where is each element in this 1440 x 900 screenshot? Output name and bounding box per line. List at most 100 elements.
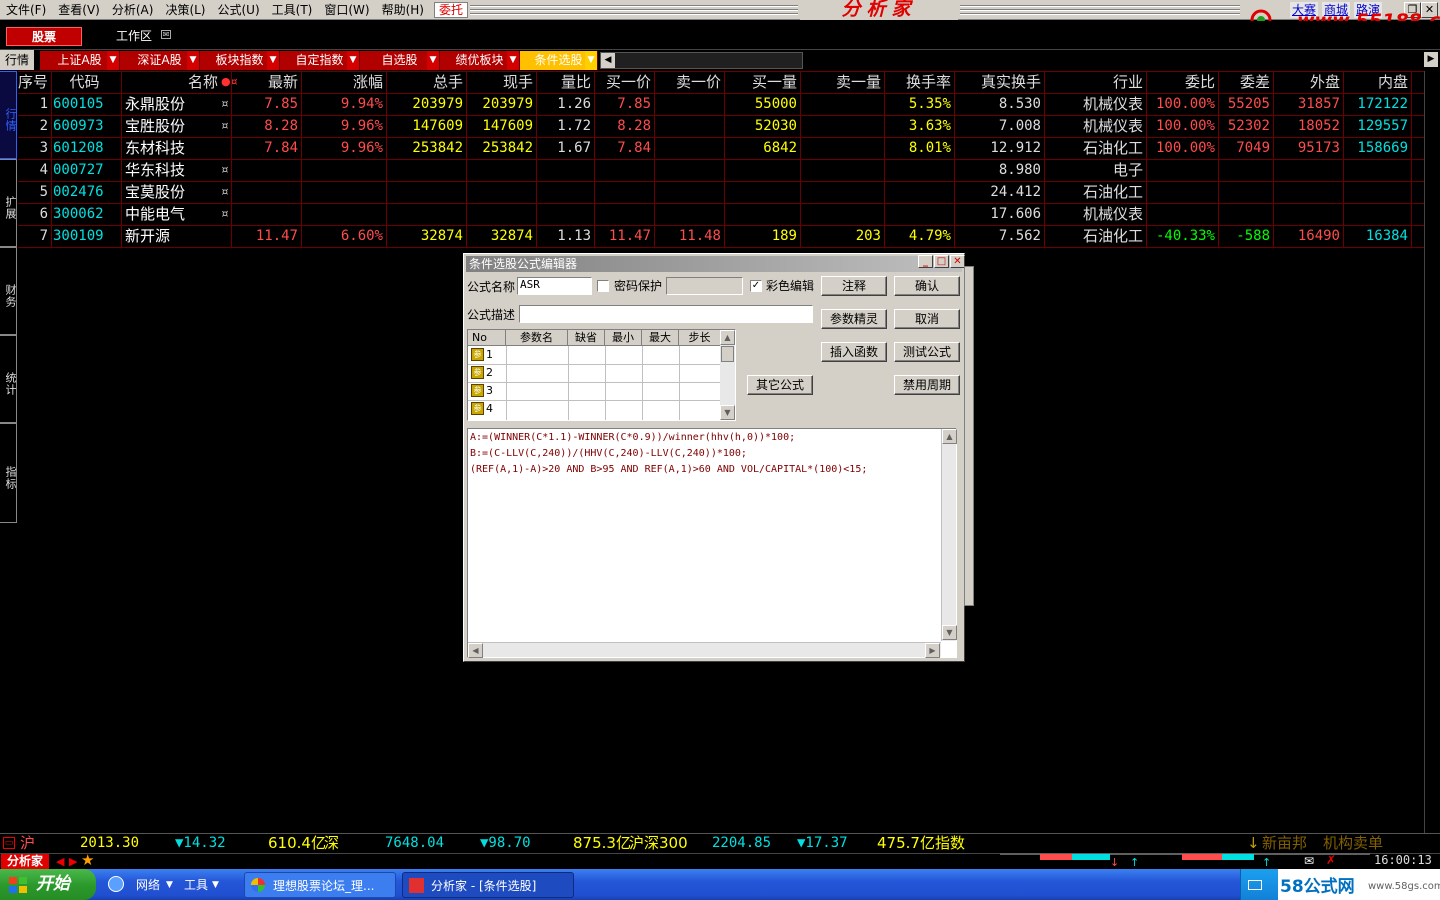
dropdown-arrow-icon[interactable]: ▼ <box>585 51 597 70</box>
taskbar-item-app[interactable]: 分析家 - [条件选股] <box>402 872 574 898</box>
editor-hscroll[interactable]: ◀ ▶ <box>468 642 941 658</box>
cell-code[interactable]: 600973 <box>53 115 119 137</box>
cell-name[interactable]: 永鼎股份 <box>125 93 219 115</box>
scroll-thumb[interactable] <box>721 346 734 362</box>
column-header[interactable]: 代码 <box>51 71 118 93</box>
dropdown-arrow-icon[interactable]: ▼ <box>166 872 173 898</box>
menu-file[interactable]: 文件(F) <box>0 0 52 20</box>
cell-code[interactable]: 300109 <box>53 225 119 247</box>
column-header[interactable]: 总手 <box>386 71 463 93</box>
network-menu[interactable]: 网络 <box>136 872 160 898</box>
ok-button[interactable]: 确认 <box>894 276 960 296</box>
mail-icon[interactable]: ✉ <box>161 30 171 39</box>
menu-formula[interactable]: 公式(U) <box>212 0 266 20</box>
trade-button[interactable]: 委托 <box>434 2 468 18</box>
dropdown-arrow-icon[interactable]: ▼ <box>347 51 359 70</box>
column-header[interactable]: 买一价 <box>594 71 651 93</box>
tab-sector-index[interactable]: 板块指数 ▼ <box>200 51 280 70</box>
insert-function-button[interactable]: 插入函数 <box>821 342 887 362</box>
scroll-up-icon[interactable]: ▲ <box>720 330 735 345</box>
column-header[interactable]: 卖一价 <box>654 71 721 93</box>
window-icon[interactable]: ▭ <box>3 837 15 849</box>
dropdown-arrow-icon[interactable]: ▼ <box>187 51 199 70</box>
column-header[interactable]: ●¤ <box>221 71 238 93</box>
formula-name-input[interactable]: ASR <box>517 277 592 295</box>
menu-analysis[interactable]: 分析(A) <box>106 0 160 20</box>
param-scrollbar[interactable]: ▲ ▼ <box>720 330 735 420</box>
browser-icon[interactable] <box>108 876 124 892</box>
minimize-icon[interactable]: _ <box>918 255 933 268</box>
dropdown-arrow-icon[interactable]: ▼ <box>267 51 279 70</box>
column-header[interactable]: 换手率 <box>884 71 951 93</box>
column-header[interactable]: 涨幅 <box>301 71 383 93</box>
tools-menu[interactable]: 工具 <box>184 872 208 898</box>
taskbar-item-forum[interactable]: 理想股票论坛_理... <box>244 872 396 898</box>
column-header[interactable]: 最新 <box>231 71 298 93</box>
column-header[interactable]: 现手 <box>466 71 533 93</box>
cell-name[interactable]: 宝莫股份 <box>125 181 219 203</box>
prev-arrow-icon[interactable]: ◀ <box>56 855 64 868</box>
test-formula-button[interactable]: 测试公式 <box>894 342 960 362</box>
cell-name[interactable]: 华东科技 <box>125 159 219 181</box>
column-header[interactable]: 委比 <box>1146 71 1215 93</box>
tab-custom-index[interactable]: 自定指数 ▼ <box>280 51 360 70</box>
cell-code[interactable]: 600105 <box>53 93 119 115</box>
message-icon[interactable]: ✉ <box>1304 855 1314 868</box>
param-wizard-button[interactable]: 参数精灵 <box>821 309 887 329</box>
cell-name[interactable]: 东材科技 <box>125 137 219 159</box>
disable-period-button[interactable]: 禁用周期 <box>894 375 960 395</box>
side-tab-indicator[interactable]: 指标 <box>0 423 17 523</box>
comment-button[interactable]: 注释 <box>821 276 887 296</box>
cancel-button[interactable]: 取消 <box>894 309 960 329</box>
alert-icon[interactable]: ✗ <box>1326 854 1336 867</box>
scroll-up-icon[interactable]: ▲ <box>942 429 957 444</box>
cell-code[interactable]: 601208 <box>53 137 119 159</box>
scroll-left-icon[interactable]: ◀ <box>468 643 483 658</box>
keyboard-icon[interactable] <box>1248 880 1262 890</box>
maximize-icon[interactable]: □ <box>934 255 949 268</box>
star-icon[interactable]: ★ <box>81 852 94 868</box>
scroll-right-icon[interactable]: ▶ <box>925 643 940 658</box>
other-formula-button[interactable]: 其它公式 <box>747 375 813 395</box>
menu-decision[interactable]: 决策(L) <box>159 0 211 20</box>
column-header[interactable]: 委差 <box>1218 71 1270 93</box>
tab-condition-select[interactable]: 条件选股 ▼ <box>520 51 598 70</box>
param-row-no[interactable]: 3 <box>486 383 493 399</box>
column-header[interactable]: 量比 <box>536 71 591 93</box>
tab-workspace[interactable]: 工作区 <box>116 28 152 44</box>
next-arrow-icon[interactable]: ▶ <box>69 855 77 868</box>
column-header[interactable]: 买一量 <box>724 71 797 93</box>
color-edit-checkbox[interactable]: ✓ <box>750 280 762 292</box>
column-header[interactable]: 名称 <box>121 71 218 93</box>
cell-code[interactable]: 000727 <box>53 159 119 181</box>
tab-stocks[interactable]: 股票 <box>6 27 82 46</box>
cell-name[interactable]: 新开源 <box>125 225 219 247</box>
menu-view[interactable]: 查看(V) <box>52 0 106 20</box>
dropdown-arrow-icon[interactable]: ▼ <box>212 872 219 898</box>
tab-blue-chip[interactable]: 绩优板块 ▼ <box>440 51 520 70</box>
param-row-no[interactable]: 1 <box>486 347 493 363</box>
scroll-right-icon[interactable]: ▶ <box>1424 52 1438 67</box>
scroll-left-icon[interactable]: ◀ <box>601 53 615 68</box>
cell-code[interactable]: 002476 <box>53 181 119 203</box>
formula-code-editor[interactable]: A:=(WINNER(C*1.1)-WINNER(C*0.9))/winner(… <box>467 428 957 658</box>
tab-sh-a[interactable]: 上证A股 ▼ <box>40 51 120 70</box>
cell-code[interactable]: 300062 <box>53 203 119 225</box>
side-tab-finance[interactable]: 财务 <box>0 247 17 335</box>
news-ticker-1[interactable]: 新亩邦 <box>1262 833 1307 853</box>
column-header[interactable]: 序号 <box>18 71 48 93</box>
param-row-no[interactable]: 2 <box>486 365 493 381</box>
close-icon[interactable]: ✕ <box>950 255 965 268</box>
scroll-down-icon[interactable]: ▼ <box>942 625 957 640</box>
param-row-no[interactable]: 4 <box>486 401 493 417</box>
password-checkbox[interactable] <box>597 280 609 292</box>
menu-tools[interactable]: 工具(T) <box>266 0 319 20</box>
side-tab-extend[interactable]: 扩展 <box>0 159 17 247</box>
cell-name[interactable]: 宝胜股份 <box>125 115 219 137</box>
dropdown-arrow-icon[interactable]: ▼ <box>427 51 439 70</box>
menu-help[interactable]: 帮助(H) <box>376 0 430 20</box>
tab-quote[interactable]: 行情 <box>0 50 34 70</box>
menu-window[interactable]: 窗口(W) <box>318 0 375 20</box>
column-header[interactable]: 卖一量 <box>800 71 881 93</box>
editor-vscroll[interactable]: ▲ ▼ <box>941 429 957 641</box>
